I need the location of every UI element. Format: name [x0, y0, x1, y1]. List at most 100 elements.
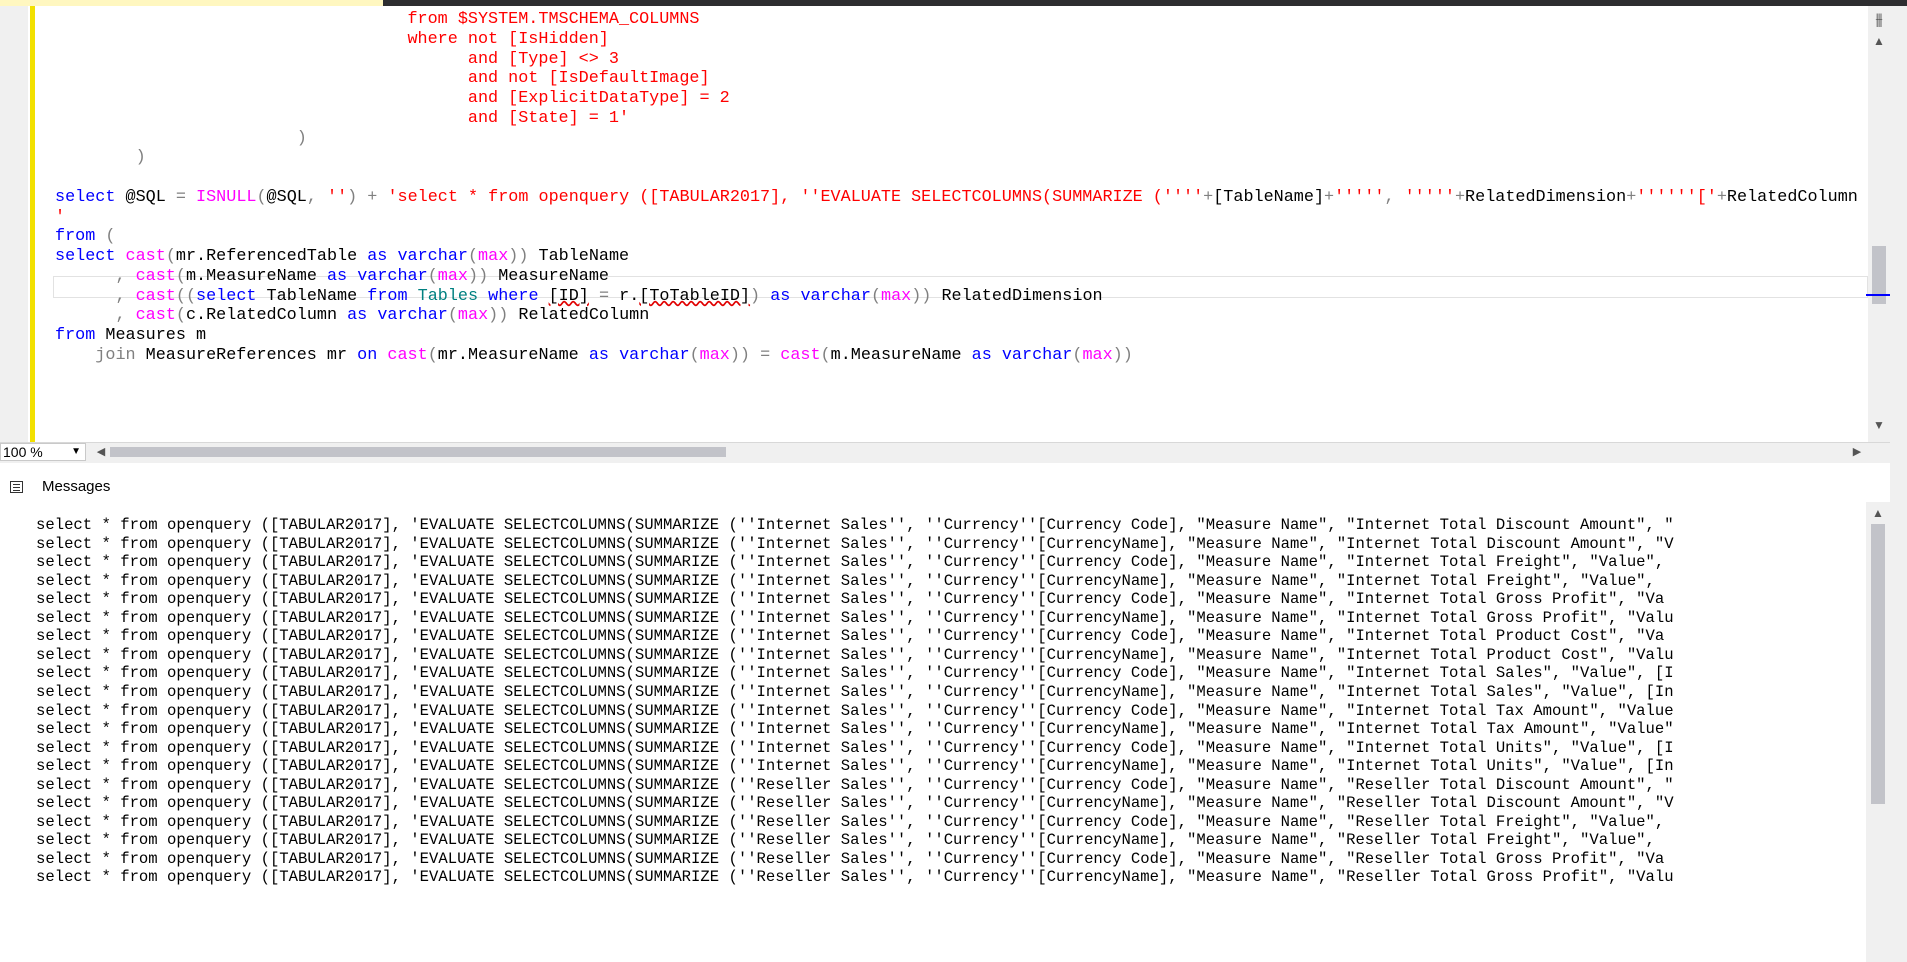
code-token: cast — [387, 345, 428, 365]
code-token: from — [367, 286, 408, 306]
messages-pane[interactable]: select * from openquery ([TABULAR2017], … — [0, 502, 1866, 962]
code-token: cast — [135, 266, 176, 286]
code-token: varchar — [397, 247, 468, 266]
code-token: ( — [820, 345, 831, 365]
code-token: , — [1384, 187, 1405, 207]
code-token: 'select * from openquery ([TABULAR2017],… — [387, 187, 1204, 207]
code-token: + — [1716, 187, 1727, 207]
code-token: )) — [729, 345, 751, 365]
code-line: join MeasureReferences mr on cast(mr.Mea… — [55, 344, 1133, 368]
code-token: + — [1324, 187, 1335, 207]
code-token: as — [770, 286, 791, 306]
code-area[interactable]: from $SYSTEM.TMSCHEMA_COLUMNS where not … — [55, 6, 1865, 442]
messages-scroll-thumb[interactable] — [1871, 524, 1885, 804]
code-token: from $SYSTEM.TMSCHEMA_COLUMNS — [55, 10, 700, 29]
message-line: select * from openquery ([TABULAR2017], … — [36, 868, 1674, 887]
code-token: RelatedDimension — [931, 286, 1103, 306]
code-token: ( — [95, 227, 116, 247]
code-token: and [ExplicitDataType] = 2 — [55, 89, 730, 108]
code-token: + — [1626, 187, 1637, 207]
code-token: = — [598, 286, 610, 306]
code-token: , — [115, 286, 126, 306]
code-token: ( — [256, 187, 267, 207]
scroll-right-icon[interactable]: ▶ — [1850, 443, 1864, 461]
code-token: max — [457, 306, 489, 326]
zoom-value: 100 % — [3, 444, 43, 460]
code-token: ( — [1072, 345, 1083, 365]
code-token: varchar — [357, 266, 428, 286]
code-token: ) — [55, 148, 146, 168]
code-token: max — [881, 286, 912, 306]
code-token: as — [347, 306, 368, 326]
code-token: ( — [689, 345, 700, 365]
code-token: max — [1082, 345, 1113, 365]
editor-gutter — [0, 6, 28, 442]
code-token: ' — [55, 207, 66, 227]
code-line: select @SQL = ISNULL(@SQL, '') + 'select… — [55, 186, 1858, 210]
code-token: )) — [488, 306, 509, 326]
code-token: TableName — [256, 286, 368, 306]
split-view-icon[interactable]: ⫵ — [1868, 10, 1890, 30]
chevron-down-icon[interactable]: ▼ — [71, 444, 81, 460]
code-token: varchar — [1001, 345, 1073, 365]
caret-position-marker — [1866, 294, 1890, 296]
code-token: c.RelatedColumn — [185, 306, 348, 326]
code-token: )) — [468, 266, 489, 286]
code-token: cast — [125, 247, 166, 266]
code-token: ''''' — [1404, 187, 1455, 207]
code-token: ( — [427, 266, 438, 286]
code-token: mr.MeasureName — [437, 345, 589, 365]
horizontal-scroll-thumb[interactable] — [110, 447, 726, 457]
code-token: where not [IsHidden] — [55, 29, 609, 49]
code-token: varchar — [377, 306, 448, 326]
zoom-dropdown[interactable]: 100 % ▼ — [0, 443, 86, 461]
query-editor[interactable]: from $SYSTEM.TMSCHEMA_COLUMNS where not … — [0, 6, 1907, 442]
code-token: = — [175, 187, 186, 207]
code-token: as — [971, 345, 992, 365]
code-token: , — [306, 187, 327, 207]
window-edge — [1890, 6, 1907, 962]
code-token: select — [196, 286, 257, 306]
code-token: on — [357, 345, 378, 365]
tab-underline — [8, 498, 120, 500]
code-token: )) — [911, 286, 932, 306]
code-token: ( — [467, 247, 479, 266]
code-token: , — [115, 266, 126, 286]
code-token: RelatedDimension — [1465, 187, 1627, 207]
scroll-up-icon[interactable]: ▲ — [1868, 34, 1890, 48]
code-token: and [State] = 1' — [55, 108, 630, 128]
scroll-down-icon[interactable]: ▼ — [1868, 418, 1890, 432]
scroll-up-icon[interactable]: ▲ — [1866, 506, 1890, 520]
code-token: cast — [780, 345, 821, 365]
code-token: mr.ReferencedTable — [175, 247, 368, 266]
code-token: ( — [870, 286, 882, 306]
tab-messages[interactable]: Messages — [8, 474, 120, 500]
code-token: )) — [508, 247, 529, 266]
results-tab-strip — [0, 472, 1907, 502]
code-token: r. — [609, 286, 640, 306]
tab-messages-label: Messages — [42, 478, 111, 495]
code-token: max — [437, 266, 468, 286]
editor-vertical-scrollbar[interactable] — [1868, 6, 1890, 442]
code-token: as — [367, 247, 388, 266]
code-token: [TableName] — [1213, 187, 1325, 207]
code-token: select — [55, 247, 116, 266]
code-token: ( — [427, 345, 438, 365]
code-token: ) + — [347, 187, 388, 207]
scroll-left-icon[interactable]: ◀ — [94, 443, 108, 461]
code-token: '' — [327, 187, 348, 207]
